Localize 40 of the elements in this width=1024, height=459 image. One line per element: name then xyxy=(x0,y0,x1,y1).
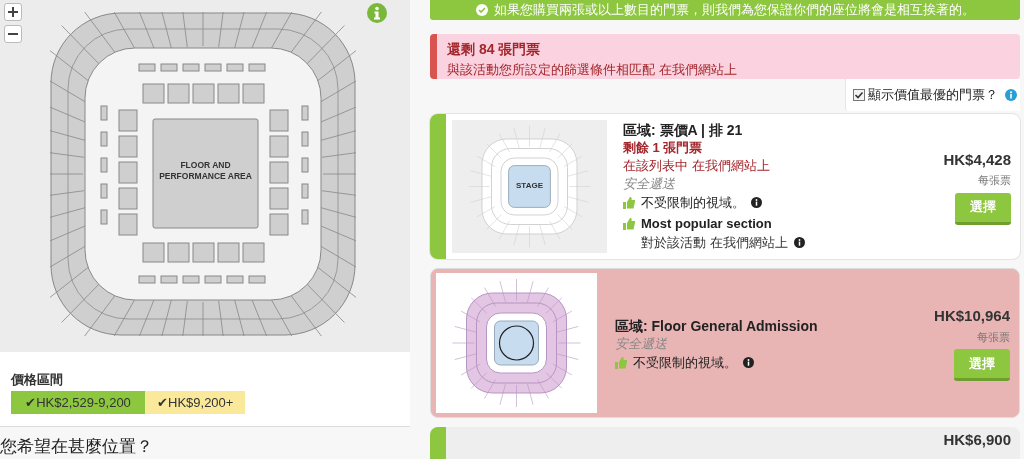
thumbs-up-icon xyxy=(623,217,635,230)
per-ticket-label: 每張票 xyxy=(978,173,1011,188)
section-title: 區域: 票價A | 排 21 xyxy=(623,121,744,139)
listing-note: 在該列表中 在我們網站上 xyxy=(623,156,771,175)
per-ticket-label: 每張票 xyxy=(977,329,1010,345)
notice-text: 如果您購買兩張或以上數目的門票，則我們為您保證你們的座位將會是相互挨著的。 xyxy=(493,1,975,19)
checkbox[interactable] xyxy=(853,89,865,101)
price-range-filter[interactable]: ✔HK$9,200+ xyxy=(145,391,245,415)
floor-area-label: FLOOR AND PERFORMANCE AREA xyxy=(158,160,253,182)
delivery-text: 安全遞送 xyxy=(615,334,668,352)
price-text: HK$6,900 xyxy=(943,430,1011,450)
floor-area[interactable] xyxy=(152,118,259,229)
price-range-title: 價格區間 xyxy=(11,371,64,389)
listing-card[interactable]: 區域: Floor General Admission 安全遞送 不受限制的視域。 HK$10,964 每張票 選擇 xyxy=(430,268,1020,418)
remaining-tickets: 剩餘 1 張門票 xyxy=(623,138,704,156)
zoom-in-button[interactable] xyxy=(4,3,22,21)
stage-label: STAGE xyxy=(515,180,544,192)
price-text: HK$10,964 xyxy=(934,306,1010,326)
alert-text: 與該活動您所設定的篩選條件相匹配 在我們網站上 xyxy=(447,60,738,79)
thumbs-up-icon xyxy=(623,196,635,209)
info-icon[interactable] xyxy=(751,197,762,208)
section-title: 區域: Floor General Admission xyxy=(615,317,819,335)
feature-text: 不受限制的視域。 xyxy=(633,353,737,372)
zoom-out-button[interactable] xyxy=(4,25,22,43)
price-range-filter[interactable]: ✔HK$2,529-9,200 xyxy=(11,391,145,415)
listing-card[interactable]: HK$6,900 xyxy=(430,427,1020,459)
alert-title: 還剩 84 張門票 xyxy=(447,39,542,59)
feature-subtitle: 對於該活動 在我們網站上 xyxy=(641,233,788,252)
info-icon[interactable] xyxy=(793,237,805,248)
checkbox-label: 顯示價值最優的門票？ xyxy=(868,86,998,105)
question-heading: 您希望在甚麼位置？ xyxy=(0,434,154,458)
check-circle-icon xyxy=(475,3,488,16)
info-icon[interactable] xyxy=(743,357,754,368)
feature-text: 不受限制的視域。 xyxy=(641,193,745,212)
plus-icon xyxy=(7,6,19,18)
listing-card[interactable]: STAGE 區域: 票價A | 排 21 剩餘 1 張門票 在該列表中 在我們網站上 安全遞送 不受限制的視域。 Most popular section 對於該活動 在我們網站上 HK$4,428 每張票 選擇 xyxy=(430,114,1020,259)
delivery-text: 安全遞送 xyxy=(623,174,676,192)
thumbs-up-icon xyxy=(615,356,627,369)
price-text: HK$4,428 xyxy=(943,149,1011,170)
feature-text: Most popular section xyxy=(641,214,772,233)
